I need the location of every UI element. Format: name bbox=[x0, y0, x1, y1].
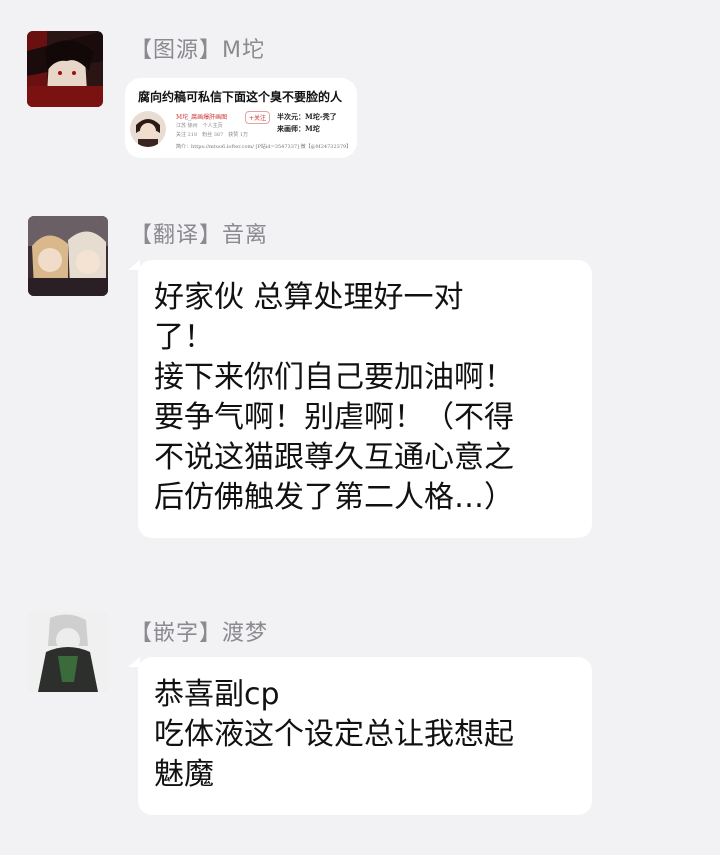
card-stats: 关注 218 粉丝 387 获赞 1万 bbox=[176, 132, 249, 138]
card-location: 江苏 徐州 个人主页 bbox=[176, 123, 223, 129]
card-right-line-2: 来画师：M坨 bbox=[277, 124, 320, 133]
chat-bubble[interactable]: 恭喜副cp 吃体液这个设定总让我想起 魅魔 bbox=[128, 657, 592, 815]
avatar[interactable] bbox=[27, 31, 103, 107]
avatar[interactable] bbox=[28, 612, 108, 692]
card-right-line-1: 半次元：M坨-秃了 bbox=[277, 112, 337, 121]
blond-characters-avatar-icon bbox=[28, 216, 108, 296]
shared-profile-card[interactable]: 腐向约稿可私信下面这个臭不要脸的人 M坨_腐画爆肝画图 +关注 江苏 徐州 个人… bbox=[125, 78, 357, 158]
silver-haired-character-avatar-icon bbox=[28, 612, 108, 692]
avatar[interactable] bbox=[28, 216, 108, 296]
message-line: 接下来你们自己要加油啊！ bbox=[154, 360, 514, 395]
dark-haired-character-avatar-icon bbox=[27, 31, 103, 107]
card-follow-button[interactable]: +关注 bbox=[245, 111, 271, 124]
card-username: M坨_腐画爆肝画图 bbox=[176, 114, 228, 121]
message-line: 后仿佛触发了第二人格…） bbox=[154, 480, 514, 515]
sender-name: 【嵌字】渡梦 bbox=[130, 621, 269, 646]
message-line: 魅魔 bbox=[154, 757, 214, 792]
card-avatar bbox=[130, 111, 166, 147]
card-title: 腐向约稿可私信下面这个臭不要脸的人 bbox=[138, 90, 343, 104]
message-line: 恭喜副cp bbox=[154, 677, 280, 712]
message-line: 不说这猫跟尊久互通心意之 bbox=[154, 440, 514, 475]
message-line: 了！ bbox=[154, 320, 214, 355]
card-bio: 简介：https://mtuo6.lofter.com/ [P站id=35473… bbox=[176, 144, 352, 150]
message-line: 好家伙 总算处理好一对 bbox=[154, 280, 464, 315]
message-line: 要争气啊！别虐啊！（不得 bbox=[154, 400, 514, 435]
chat-bubble[interactable]: 好家伙 总算处理好一对 了！ 接下来你们自己要加油啊！ 要争气啊！别虐啊！（不得… bbox=[128, 260, 592, 538]
sender-name: 【图源】M坨 bbox=[130, 38, 265, 63]
message-line: 吃体液这个设定总让我想起 bbox=[154, 717, 514, 752]
card-avatar-icon bbox=[130, 111, 166, 147]
sender-name: 【翻译】音离 bbox=[130, 223, 269, 248]
